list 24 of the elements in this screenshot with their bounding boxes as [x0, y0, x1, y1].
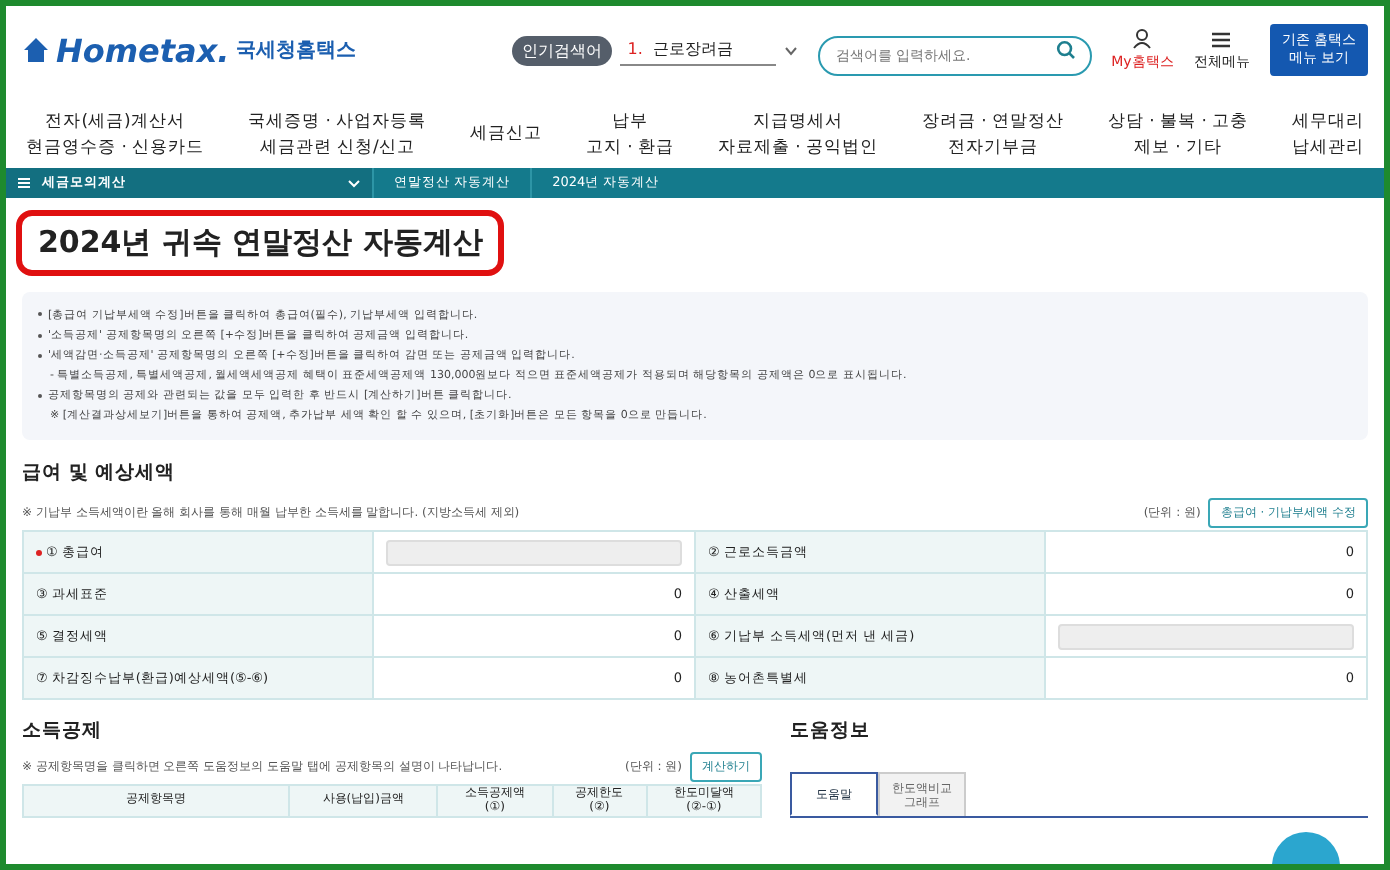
menu-icon[interactable] [1210, 29, 1233, 49]
section-heading: 급여 및 예상세액 [22, 460, 178, 487]
house-logo-icon [22, 36, 50, 64]
nav-menu-item[interactable]: 세무대리 납세관리 [1292, 102, 1364, 168]
nav-menu-item[interactable]: 세금신고 [470, 102, 542, 168]
nav-menu-item[interactable]: 전자(세금)계산서 현금영수증 · 신용카드 [26, 102, 205, 168]
input-field[interactable] [385, 539, 682, 566]
logo-text[interactable]: Hometax. [56, 31, 230, 69]
site-name: 국세청홈택스 [235, 38, 356, 64]
nav-menu-item[interactable]: 장려금 · 연말정산 전자기부금 [921, 102, 1064, 168]
caret-icon[interactable] [783, 45, 798, 55]
page-title: 2024년 귀속 연말정산 자동계산 [16, 210, 505, 276]
required-icon [36, 549, 42, 555]
search-icon[interactable] [1055, 40, 1076, 60]
nav-menu-item[interactable]: 상담 · 불복 · 고충 제보 · 기타 [1107, 102, 1249, 168]
nav-menu-item[interactable]: 납부 고지 · 환급 [585, 102, 674, 168]
nav-menu-item[interactable]: 국세증명 · 사업자등록 세금관련 신청/신고 [248, 102, 427, 168]
nav-menu-item[interactable]: 지급명세서 자료제출 · 공익법인 [717, 102, 878, 168]
popular-search-label: 인기검색어 [511, 35, 612, 65]
popular-search-item[interactable]: 1. 근로장려금 [619, 34, 776, 66]
section-heading: 소득공제 [22, 718, 104, 745]
section-heading: 도움정보 [790, 718, 872, 745]
input-field[interactable] [1057, 623, 1354, 650]
user-icon[interactable] [1131, 28, 1154, 50]
